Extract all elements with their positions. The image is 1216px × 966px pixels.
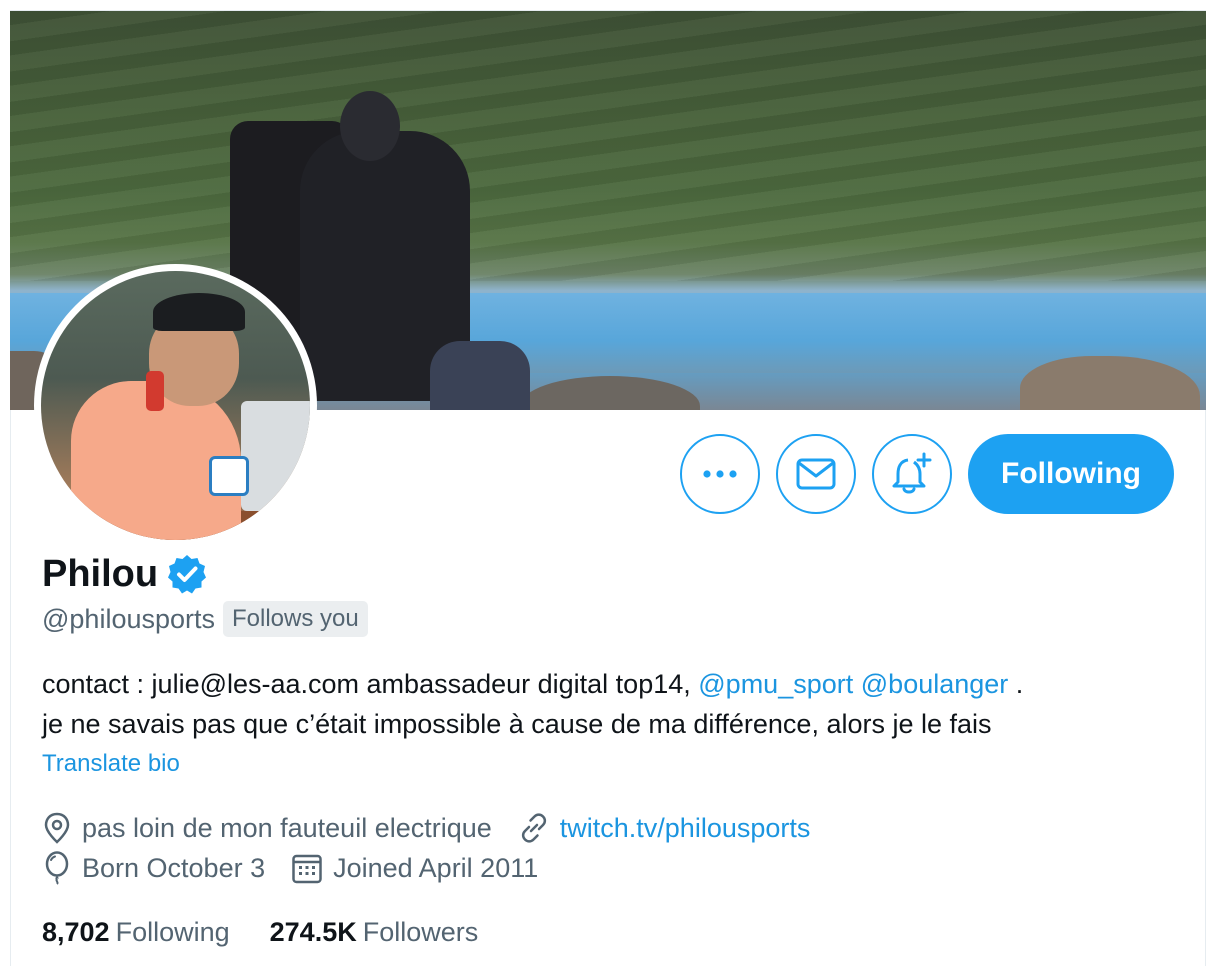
bell-plus-icon bbox=[892, 452, 932, 494]
notifications-button[interactable] bbox=[872, 434, 952, 514]
followers-count: 274.5K bbox=[269, 916, 357, 947]
following-stat[interactable]: 8,702 Following bbox=[42, 917, 230, 948]
joined-text: Joined April 2011 bbox=[333, 852, 539, 883]
following-label: Following bbox=[115, 916, 230, 947]
following-count: 8,702 bbox=[42, 916, 110, 947]
following-button[interactable]: Following bbox=[968, 434, 1174, 514]
more-icon bbox=[703, 470, 737, 478]
balloon-icon bbox=[45, 851, 69, 885]
mail-icon bbox=[796, 458, 836, 490]
followers-label: Followers bbox=[362, 916, 479, 947]
link-icon bbox=[521, 813, 546, 843]
follows-you-badge: Follows you bbox=[223, 601, 368, 637]
profile-name-row: Philou bbox=[42, 548, 208, 600]
more-options-button[interactable] bbox=[680, 434, 760, 514]
profile-handle: @philousports bbox=[42, 603, 215, 634]
bio-line-1: contact : julie@les-aa.com ambassadeur d… bbox=[42, 664, 1182, 704]
profile-handle-row: @philousports Follows you bbox=[42, 600, 368, 638]
mention-link-pmu-sport[interactable]: @pmu_sport bbox=[698, 669, 853, 699]
verified-badge-icon bbox=[168, 555, 207, 594]
profile-name: Philou bbox=[42, 552, 159, 595]
profile-meta-row: pas loin de mon fauteuil electrique twit… bbox=[42, 808, 836, 848]
location-item: pas loin de mon fauteuil electrique bbox=[42, 812, 492, 844]
translate-bio-link[interactable]: Translate bio bbox=[42, 750, 180, 778]
followers-stat[interactable]: 274.5K Followers bbox=[270, 917, 479, 948]
website-item: twitch.tv/philousports bbox=[518, 812, 811, 844]
location-text: pas loin de mon fauteuil electrique bbox=[82, 812, 492, 843]
website-link[interactable]: twitch.tv/philousports bbox=[560, 813, 811, 844]
profile-bio: contact : julie@les-aa.com ambassadeur d… bbox=[42, 664, 1182, 744]
location-pin-icon bbox=[44, 812, 70, 844]
calendar-icon bbox=[292, 854, 322, 884]
joined-item: Joined April 2011 bbox=[291, 852, 538, 884]
profile-meta-row-2: Born October 3 Joined April 2011 bbox=[42, 848, 564, 888]
birthday-text: Born October 3 bbox=[82, 852, 266, 883]
birthday-item: Born October 3 bbox=[42, 851, 265, 885]
profile-avatar[interactable] bbox=[34, 264, 317, 547]
profile-stats: 8,702 Following 274.5K Followers bbox=[42, 912, 518, 952]
message-button[interactable] bbox=[776, 434, 856, 514]
bio-text-end: . bbox=[1008, 669, 1024, 699]
mention-link-boulanger[interactable]: @boulanger bbox=[861, 669, 1009, 699]
bio-line-2: je ne savais pas que c’était impossible … bbox=[42, 709, 992, 739]
bio-text: contact : julie@les-aa.com ambassadeur d… bbox=[42, 669, 699, 699]
